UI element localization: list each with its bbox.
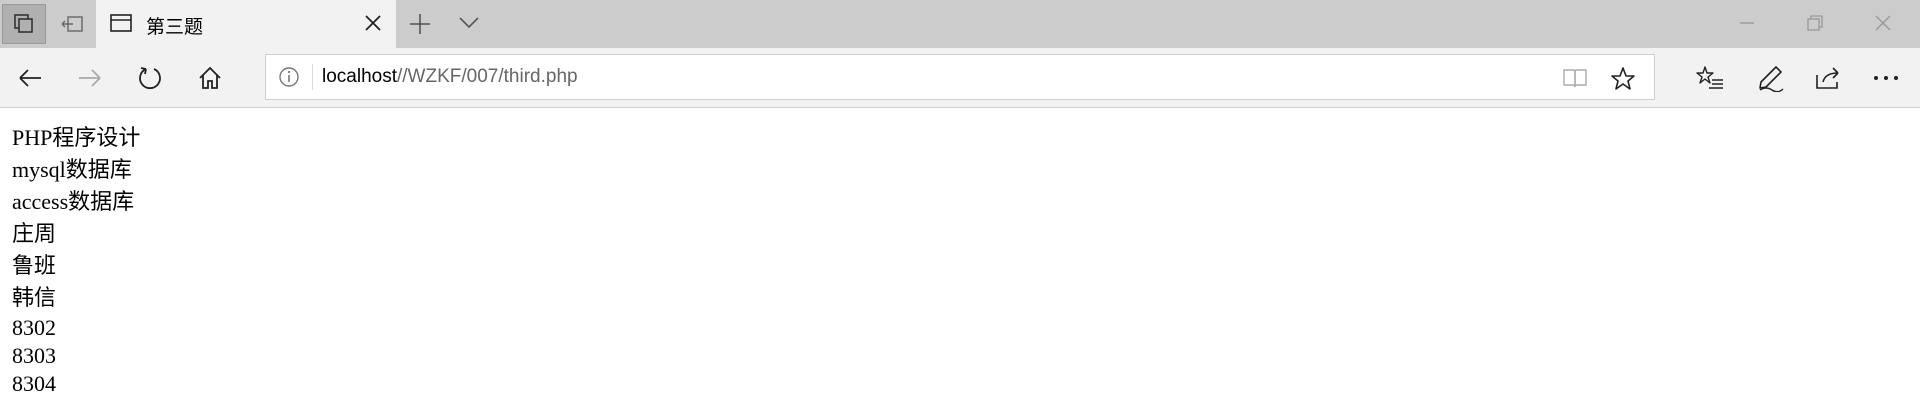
- content-line-php: PHP程序设计: [12, 125, 141, 150]
- book-icon[interactable]: [1562, 67, 1588, 89]
- content-line-access: access数据库: [12, 189, 135, 214]
- navigation-toolbar: localhost//WZKF/007/third.php: [0, 48, 1920, 108]
- page-icon: [110, 14, 132, 32]
- notes-button[interactable]: [1756, 64, 1784, 92]
- set-tabs-aside-button[interactable]: [50, 4, 94, 44]
- share-icon: [1816, 67, 1839, 89]
- share-button[interactable]: [1814, 64, 1842, 92]
- url-path: //WZKF/007/third.php: [397, 66, 578, 87]
- content-line-name: 庄周: [12, 221, 57, 246]
- home-button[interactable]: [196, 64, 224, 92]
- tabs-aside-button[interactable]: [2, 4, 46, 44]
- close-icon[interactable]: [364, 14, 382, 32]
- tabs-aside-icon: [14, 14, 33, 33]
- address-divider: [312, 64, 313, 90]
- info-icon[interactable]: [278, 66, 300, 88]
- content-line-name: 韩信: [12, 285, 57, 310]
- plus-icon[interactable]: [408, 12, 432, 36]
- content-line-number: 8302: [12, 315, 56, 340]
- more-button[interactable]: [1872, 64, 1900, 92]
- tab-title: 第三题: [146, 16, 204, 38]
- chevron-down-icon[interactable]: [458, 14, 480, 30]
- content-line-name: 鲁班: [12, 253, 57, 278]
- star-icon[interactable]: [1610, 66, 1636, 92]
- content-line-number: 8303: [12, 343, 56, 368]
- ellipsis-icon: [1874, 76, 1898, 80]
- back-button[interactable]: [16, 64, 44, 92]
- page-content: PHP程序设计 mysql数据库 access数据库 庄周 鲁班 韩信 8302…: [12, 122, 140, 398]
- set-tabs-aside-icon: [61, 16, 83, 32]
- refresh-button[interactable]: [136, 64, 164, 92]
- refresh-icon: [139, 67, 161, 89]
- arrow-left-icon: [19, 69, 41, 87]
- favorites-list-icon: [1696, 66, 1723, 89]
- address-bar[interactable]: localhost//WZKF/007/third.php: [265, 54, 1655, 100]
- tab-active[interactable]: 第三题: [96, 0, 396, 48]
- home-icon: [199, 66, 221, 89]
- restore-icon[interactable]: [1806, 14, 1824, 32]
- minimize-icon[interactable]: [1738, 14, 1756, 32]
- content-line-mysql: mysql数据库: [12, 157, 132, 182]
- favorites-hub-button[interactable]: [1696, 64, 1724, 92]
- forward-button[interactable]: [76, 64, 104, 92]
- pen-icon: [1759, 66, 1784, 92]
- url-field[interactable]: localhost//WZKF/007/third.php: [322, 66, 578, 88]
- tab-strip: 第三题: [0, 0, 1920, 48]
- url-host: localhost: [322, 66, 397, 87]
- arrow-right-icon: [79, 69, 101, 87]
- window-close-icon[interactable]: [1874, 14, 1892, 32]
- content-line-number: 8304: [12, 371, 56, 396]
